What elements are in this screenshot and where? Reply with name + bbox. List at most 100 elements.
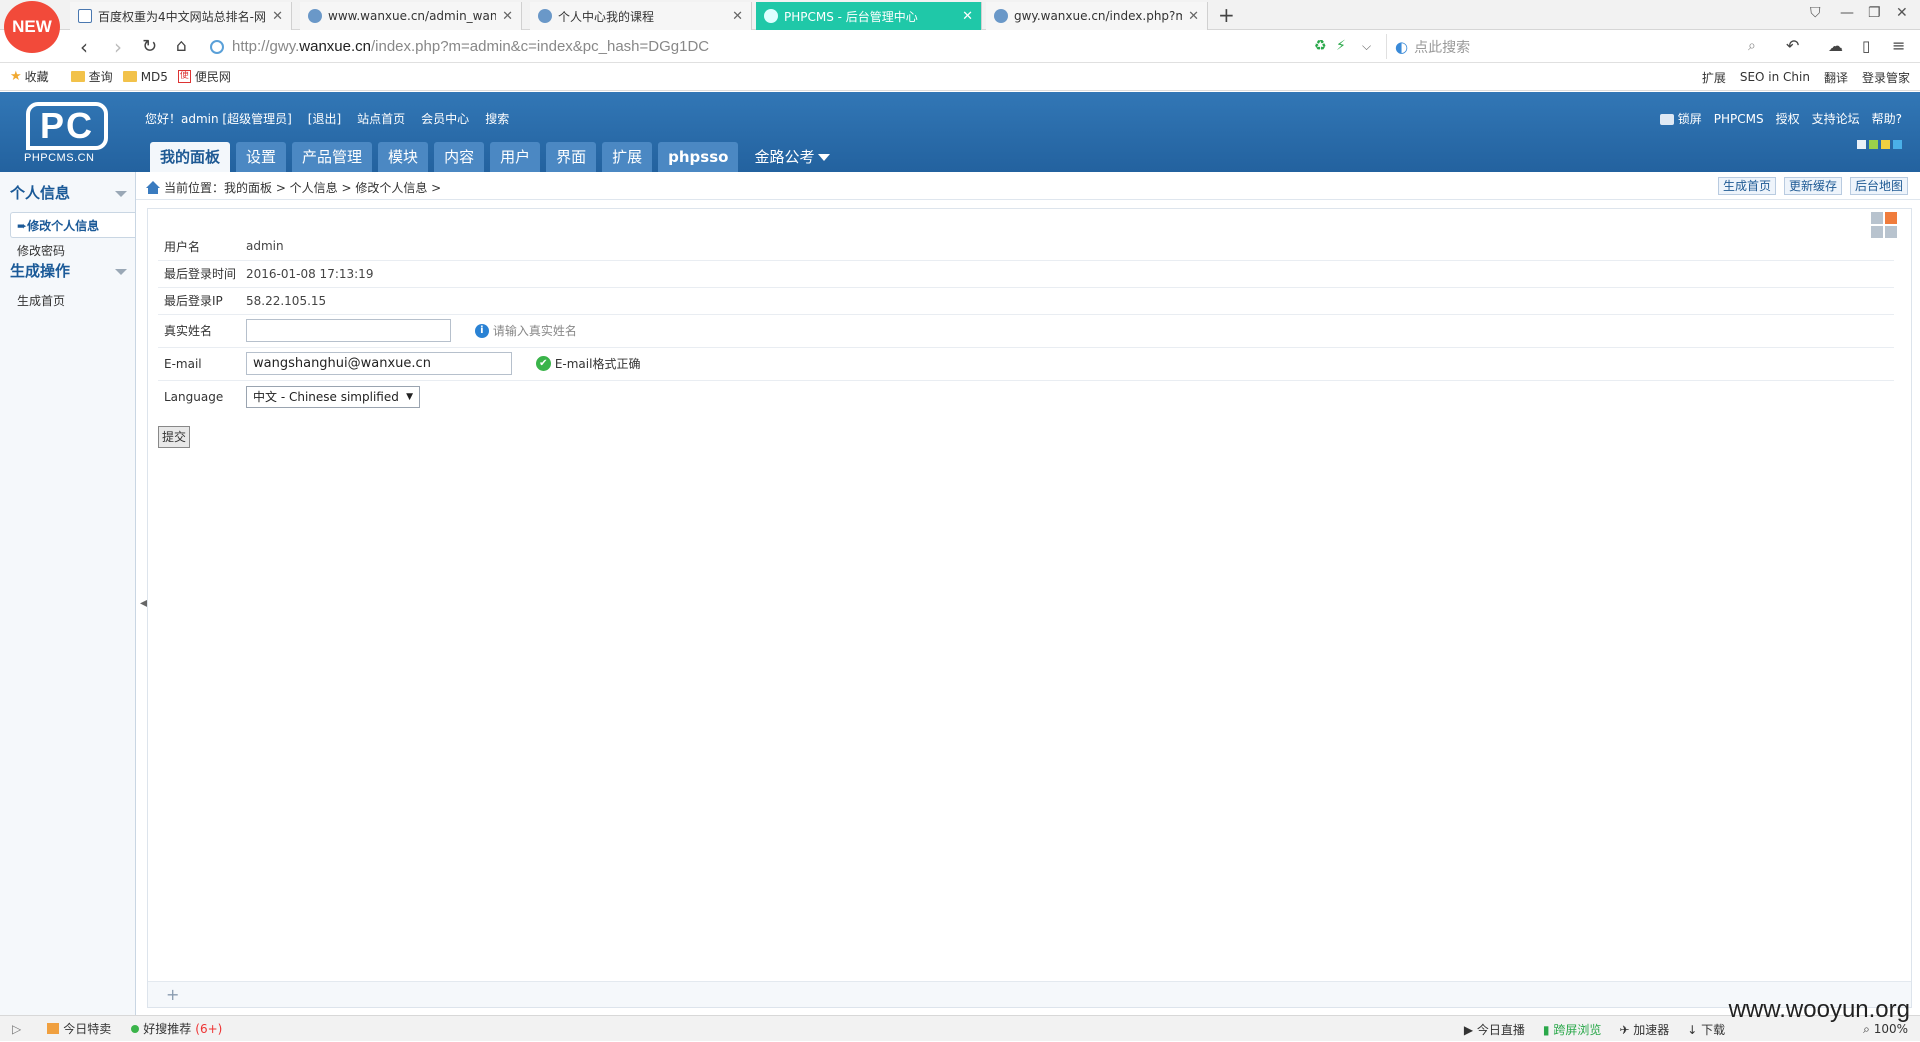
- reload-icon[interactable]: ↻: [142, 36, 157, 57]
- generate-home-button[interactable]: 生成首页: [1717, 177, 1776, 195]
- header-right-links: 锁屏 PHPCMS 授权 支持论坛 帮助?: [1659, 110, 1902, 127]
- monitor-icon: [1659, 114, 1674, 125]
- undo-icon[interactable]: ↶: [1786, 36, 1799, 55]
- bookmark-query[interactable]: 查询: [70, 68, 113, 85]
- cross-screen-link[interactable]: ▮ 跨屏浏览: [1543, 1021, 1601, 1038]
- browser-tab-1[interactable]: 百度权重为4中文网站总排名-网 ✕: [70, 2, 292, 30]
- nav-content[interactable]: 内容: [434, 142, 485, 172]
- skin-switcher: [1857, 140, 1902, 149]
- download-link[interactable]: ↓ 下载: [1687, 1021, 1725, 1038]
- nav-phpsso[interactable]: phpsso: [658, 142, 739, 172]
- site-home-link[interactable]: 站点首页: [357, 110, 405, 127]
- nav-my-panel[interactable]: 我的面板: [150, 142, 231, 172]
- bookmark-favorites[interactable]: ★ 收藏: [10, 68, 49, 85]
- watermark: www.wooyun.org: [1728, 996, 1910, 1023]
- browser-tab-3[interactable]: 个人中心我的课程 ✕: [530, 2, 752, 30]
- new-tab-icon[interactable]: +: [1218, 3, 1235, 27]
- email-field[interactable]: wangshanghui@wanxue.cn: [246, 352, 512, 375]
- home-icon[interactable]: ⌂: [176, 36, 187, 56]
- accelerator-link[interactable]: ✈ 加速器: [1619, 1021, 1669, 1038]
- language-select[interactable]: 中文 - Chinese simplified ▼: [246, 385, 420, 408]
- browser-tab-4-active[interactable]: PHPCMS - 后台管理中心 ✕: [756, 2, 982, 30]
- nav-products[interactable]: 产品管理: [292, 142, 373, 172]
- nav-extensions[interactable]: 扩展: [602, 142, 653, 172]
- bookmark-seo[interactable]: SEO in Chin: [1740, 70, 1810, 84]
- skin-swatch[interactable]: [1857, 140, 1866, 149]
- back-icon[interactable]: ‹: [80, 35, 88, 59]
- bookmark-bianmin[interactable]: 便便民网: [177, 68, 231, 85]
- forward-icon[interactable]: ›: [114, 35, 122, 59]
- sidebar-item-edit-profile[interactable]: ➨修改个人信息: [10, 212, 135, 238]
- icon-cell: [1885, 212, 1897, 224]
- collapse-icon: [115, 269, 127, 275]
- live-link[interactable]: ▶ 今日直播: [1464, 1021, 1525, 1038]
- folder-icon: [122, 71, 137, 82]
- sidebar-toggle-icon[interactable]: ▷: [12, 1022, 21, 1036]
- help-link[interactable]: 帮助?: [1872, 110, 1902, 127]
- search-link[interactable]: 搜索: [485, 110, 509, 127]
- sidebar-section-generate[interactable]: 生成操作: [0, 258, 135, 284]
- realname-input[interactable]: [246, 319, 451, 342]
- status-deals[interactable]: 今日特卖: [47, 1020, 111, 1037]
- browser-tab-2[interactable]: www.wanxue.cn/admin_wanxue✕: [300, 2, 522, 30]
- skin-swatch[interactable]: [1869, 140, 1878, 149]
- close-icon[interactable]: ✕: [732, 9, 743, 24]
- close-icon[interactable]: ✕: [962, 9, 973, 24]
- logout-link[interactable]: [退出]: [308, 110, 341, 127]
- cloud-icon[interactable]: ☁: [1828, 37, 1843, 55]
- restore-icon[interactable]: ❐: [1868, 5, 1881, 21]
- form-row-username: 用户名 admin: [158, 233, 1894, 260]
- nav-site-selector[interactable]: 金路公考: [744, 142, 840, 172]
- forum-link[interactable]: 支持论坛: [1812, 110, 1860, 127]
- caret-down-icon: [818, 154, 831, 161]
- search-input[interactable]: ◐ 点此搜索: [1386, 34, 1766, 59]
- recycle-icon[interactable]: ♻: [1314, 38, 1327, 54]
- skin-swatch[interactable]: [1893, 140, 1902, 149]
- close-icon[interactable]: ✕: [502, 9, 513, 24]
- nav-settings[interactable]: 设置: [236, 142, 287, 172]
- info-icon: i: [474, 323, 489, 338]
- lock-screen-link[interactable]: 锁屏: [1659, 110, 1702, 127]
- phone-icon[interactable]: ▯: [1862, 37, 1870, 55]
- lightning-icon[interactable]: ⚡: [1336, 38, 1346, 54]
- folder-icon: [70, 71, 85, 82]
- close-window-icon[interactable]: ✕: [1896, 5, 1908, 21]
- last-login-ip-label: 最后登录IP: [158, 286, 246, 314]
- admin-map-button[interactable]: 后台地图: [1849, 177, 1908, 195]
- chevron-down-icon[interactable]: ⌵: [1362, 39, 1371, 54]
- submit-button[interactable]: 提交: [158, 426, 191, 448]
- close-icon[interactable]: ✕: [272, 9, 283, 24]
- member-center-link[interactable]: 会员中心: [421, 110, 469, 127]
- browser-tab-5[interactable]: gwy.wanxue.cn/index.php?m= ✕: [986, 2, 1208, 30]
- realname-hint: i 请输入真实姓名: [474, 322, 577, 339]
- globe-icon: [994, 9, 1008, 23]
- license-link[interactable]: 授权: [1776, 110, 1800, 127]
- phpcms-link[interactable]: PHPCMS: [1714, 112, 1764, 126]
- realname-label: 真实姓名: [158, 313, 246, 347]
- shirt-icon[interactable]: ⛉: [1810, 5, 1821, 21]
- url-field[interactable]: http://gwy. wanxue.cn/index.php?m=admin&c…: [210, 34, 1370, 59]
- username-value: admin: [246, 239, 284, 254]
- admin-header: PC PHPCMS.CN 您好！admin [超级管理员] [退出] 站点首页 …: [0, 92, 1920, 172]
- bookmark-extension[interactable]: 扩展: [1702, 69, 1726, 86]
- nav-users[interactable]: 用户: [490, 142, 541, 172]
- menu-icon[interactable]: ≡: [1892, 36, 1905, 55]
- skin-swatch[interactable]: [1881, 140, 1890, 149]
- minimize-icon[interactable]: —: [1840, 5, 1854, 21]
- sidebar-item-generate-home[interactable]: 生成首页: [0, 288, 135, 314]
- search-icon[interactable]: ⌕: [1748, 38, 1756, 54]
- bookmark-login-manager[interactable]: 登录管家: [1862, 69, 1910, 86]
- sidebar-section-personal[interactable]: 个人信息: [0, 180, 135, 206]
- bookmark-translate[interactable]: 翻译: [1824, 69, 1848, 86]
- nav-interface[interactable]: 界面: [546, 142, 597, 172]
- status-recommend[interactable]: 好搜推荐 (6+): [131, 1020, 222, 1037]
- email-label: E-mail: [158, 346, 246, 380]
- status-dot-icon: [131, 1024, 140, 1033]
- bookmark-md5[interactable]: MD5: [122, 70, 168, 84]
- nav-modules[interactable]: 模块: [378, 142, 429, 172]
- phpcms-logo: PC PHPCMS.CN: [22, 100, 112, 166]
- add-icon[interactable]: +: [166, 985, 179, 1004]
- username-label: 用户名: [164, 239, 201, 254]
- close-icon[interactable]: ✕: [1188, 9, 1199, 24]
- update-cache-button[interactable]: 更新缓存: [1783, 177, 1842, 195]
